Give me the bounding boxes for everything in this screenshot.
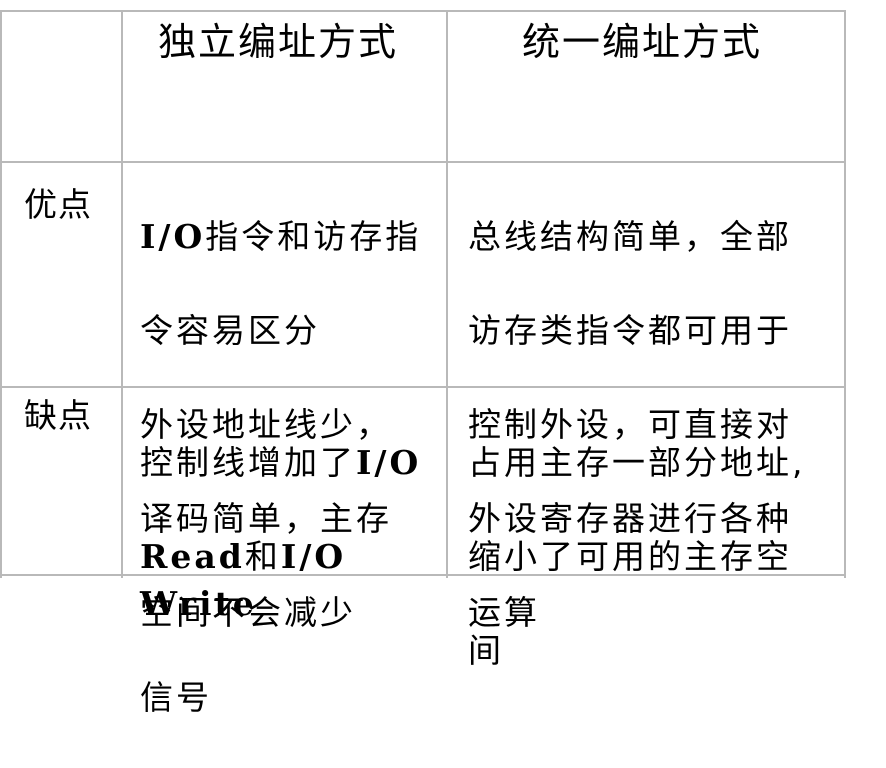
header-corner-cell (2, 12, 121, 161)
text-line: 占用主存一部分地址, (468, 443, 806, 482)
table-column-divider-1 (121, 10, 123, 578)
header-independent-addressing: 独立编址方式 (158, 20, 399, 64)
disadvantages-unified-text: 占用主存一部分地址, 缩小了可用的主存空 间 (468, 392, 878, 721)
disadvantages-independent-text: 控制线增加了I/O Read和I/O Write 信号 (140, 392, 440, 768)
text-line: 令容易区分 (140, 311, 320, 350)
text-line: 访存类指令都可用于 (468, 311, 792, 350)
text-line: 信号 (140, 678, 212, 717)
row-label-advantages: 优点 (24, 185, 92, 224)
header-unified-addressing: 统一编址方式 (522, 20, 763, 64)
table-row-divider-1 (0, 161, 846, 163)
table-border-top (0, 10, 846, 12)
text-line: I/O指令和访存指 (140, 217, 422, 256)
text-line: 控制线增加了I/O (140, 443, 422, 482)
text-line: 总线结构简单，全部 (468, 217, 792, 256)
text-line: 间 (468, 631, 504, 670)
text-line: Read和I/O Write (140, 537, 347, 623)
text-line: 缩小了可用的主存空 (468, 537, 792, 576)
comparison-table: 独立编址方式 统一编址方式 优点 I/O指令和访存指 令容易区分 外设地址线少，… (0, 0, 886, 717)
row-label-disadvantages: 缺点 (24, 396, 92, 435)
table-column-divider-2 (446, 10, 448, 578)
